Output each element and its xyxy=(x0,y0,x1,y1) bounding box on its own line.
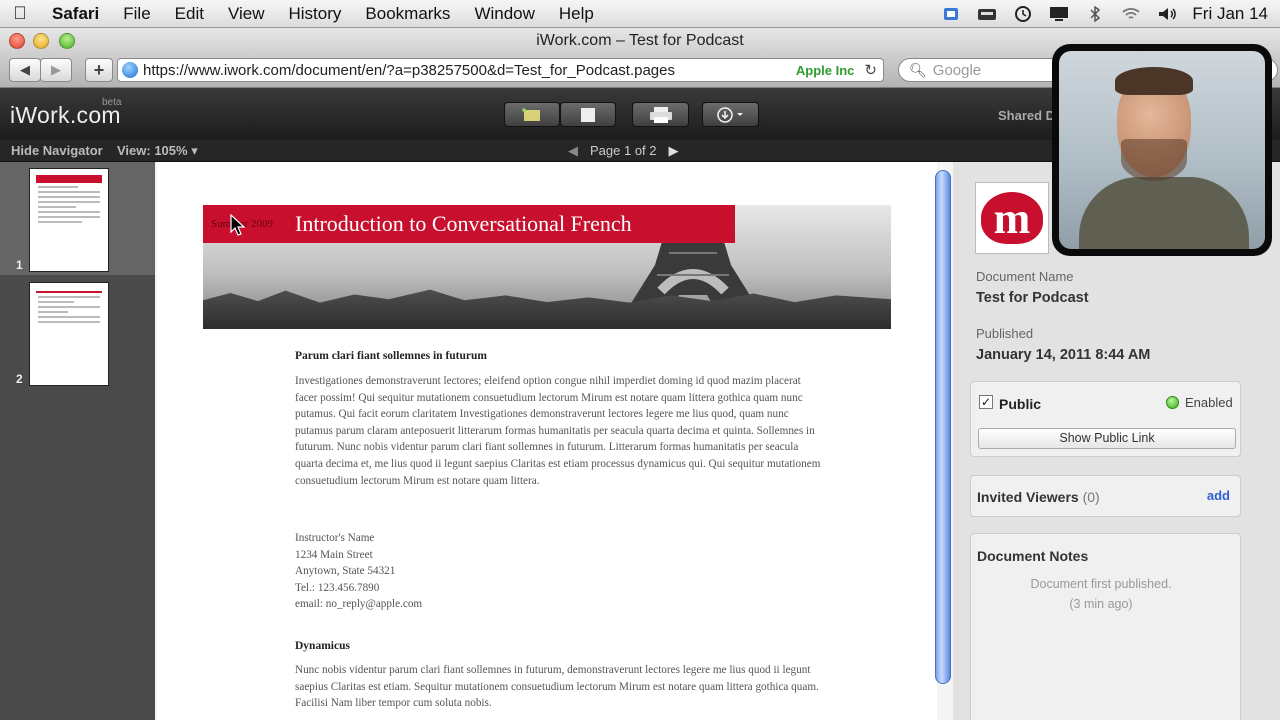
print-button[interactable] xyxy=(632,102,689,127)
presenter-video xyxy=(1059,51,1265,249)
menu-history[interactable]: History xyxy=(277,4,354,24)
published-date: January 14, 2011 8:44 AM xyxy=(976,347,1151,363)
page-number-1: 1 xyxy=(16,258,23,272)
banner-title-band: Summer 2009 Introduction to Conversation… xyxy=(203,205,735,243)
city-state: Anytown, State 54321 xyxy=(295,565,396,578)
menubar:  Safari File Edit View History Bookmark… xyxy=(0,0,1280,28)
public-label: Public xyxy=(999,396,1042,412)
add-comment-icon xyxy=(522,107,540,121)
menubar-clock[interactable]: Fri Jan 14 xyxy=(1192,4,1268,24)
mac-logo-icon: m xyxy=(981,192,1043,244)
menu-edit[interactable]: Edit xyxy=(163,4,216,24)
next-page-icon[interactable]: ▶ xyxy=(669,143,679,159)
forward-arrow-icon: ▶ xyxy=(51,62,61,77)
back-arrow-icon: ◀ xyxy=(20,62,30,77)
mouse-cursor-icon xyxy=(230,214,246,236)
search-icon: 🔍︎ xyxy=(909,61,927,78)
plus-icon: + xyxy=(93,59,105,80)
certificate-name[interactable]: Apple Inc xyxy=(796,63,855,78)
email: email: no_reply@apple.com xyxy=(295,598,423,611)
search-placeholder: Google xyxy=(932,61,982,79)
document-notes-panel: Document Notes Document first published.… xyxy=(970,533,1241,720)
page-thumbnail-1[interactable] xyxy=(29,168,109,272)
status-enabled-icon xyxy=(1166,396,1179,409)
address-block: Instructor's Name 1234 Main Street Anyto… xyxy=(295,530,825,613)
page-navigator: ◀ Page 1 of 2 ▶ xyxy=(568,143,679,159)
body-paragraph-2: Nunc nobis videntur parum clari fiant so… xyxy=(295,664,819,710)
telephone: Tel.: 123.456.7890 xyxy=(295,581,380,594)
view-zoom-select[interactable]: View: 105% ▾ xyxy=(117,143,198,159)
document-name-value: Test for Podcast xyxy=(976,290,1089,306)
menu-help[interactable]: Help xyxy=(547,4,606,24)
document-notes-heading: Document Notes xyxy=(977,548,1089,564)
menu-view[interactable]: View xyxy=(216,4,277,24)
page-indicator: Page 1 of 2 xyxy=(590,143,657,158)
display-icon[interactable] xyxy=(1048,5,1070,23)
comment-button[interactable] xyxy=(504,102,560,127)
beta-label: beta xyxy=(102,97,122,108)
public-checkbox[interactable]: ✓ xyxy=(979,395,993,409)
street-address: 1234 Main Street xyxy=(295,548,373,561)
document-page: Summer 2009 Introduction to Conversation… xyxy=(157,162,937,720)
page-thumbnail-2[interactable] xyxy=(29,282,109,386)
instructor-name: Instructor's Name xyxy=(295,532,375,544)
add-bookmark-button[interactable]: + xyxy=(85,58,113,82)
spaces-icon[interactable] xyxy=(940,5,962,23)
note-text: Document first published. xyxy=(1030,577,1172,591)
sharing-panel: ✓ Public Enabled Show Public Link xyxy=(970,381,1241,457)
download-menu-button[interactable] xyxy=(702,102,759,127)
menu-app-name[interactable]: Safari xyxy=(40,4,111,24)
back-button[interactable]: ◀ xyxy=(9,58,41,82)
bluetooth-icon[interactable] xyxy=(1084,5,1106,23)
status-enabled-text: Enabled xyxy=(1185,395,1233,410)
note-time: (3 min ago) xyxy=(1069,597,1133,611)
published-label: Published xyxy=(976,326,1034,341)
document-owner-avatar: m xyxy=(975,182,1049,254)
show-public-link-button[interactable]: Show Public Link xyxy=(978,428,1236,449)
section-heading-2: Dynamicus xyxy=(295,640,350,652)
menu-window[interactable]: Window xyxy=(462,4,546,24)
invited-viewers-label: Invited Viewers (0) xyxy=(977,489,1100,505)
invited-viewers-panel: Invited Viewers (0) add xyxy=(970,475,1241,517)
document-title: Introduction to Conversational French xyxy=(295,211,632,236)
page-navigator-panel: 1 2 xyxy=(0,162,155,720)
forward-button[interactable]: ▶ xyxy=(40,58,72,82)
shared-documents-link[interactable]: Shared D xyxy=(998,108,1055,123)
body-paragraph: Investigationes demonstraverunt lectores… xyxy=(295,375,821,487)
page-number-2: 2 xyxy=(16,372,23,386)
note-icon xyxy=(581,107,595,122)
menu-bookmarks[interactable]: Bookmarks xyxy=(353,4,462,24)
webcam-overlay xyxy=(1052,44,1272,256)
header-banner: Summer 2009 Introduction to Conversation… xyxy=(203,205,891,329)
globe-icon xyxy=(122,62,138,78)
document-canvas[interactable]: Summer 2009 Introduction to Conversation… xyxy=(155,162,953,720)
menu-file[interactable]: File xyxy=(111,4,162,24)
download-icon xyxy=(716,106,743,123)
print-icon xyxy=(649,106,672,123)
volume-icon[interactable] xyxy=(1156,5,1178,23)
time-machine-icon[interactable] xyxy=(1012,5,1034,23)
address-bar[interactable]: https://www.iwork.com/document/en/?a=p38… xyxy=(117,58,884,82)
document-name-label: Document Name xyxy=(976,269,1074,284)
reload-icon[interactable]: ↻ xyxy=(864,61,877,79)
section-heading: Parum clari fiant sollemnes in futurum xyxy=(295,350,487,362)
inbox-icon[interactable] xyxy=(976,5,998,23)
wifi-icon[interactable] xyxy=(1120,5,1142,23)
hide-navigator-button[interactable]: Hide Navigator xyxy=(11,143,103,158)
previous-page-icon[interactable]: ◀ xyxy=(568,143,578,159)
vertical-scrollbar[interactable] xyxy=(935,170,951,684)
apple-menu-icon[interactable]:  xyxy=(0,3,40,24)
notes-button[interactable] xyxy=(560,102,616,127)
add-viewer-link[interactable]: add xyxy=(1207,488,1230,503)
invited-viewers-count: (0) xyxy=(1082,489,1100,505)
url-text[interactable]: https://www.iwork.com/document/en/?a=p38… xyxy=(143,62,796,79)
menubar-status-area: Fri Jan 14 xyxy=(940,4,1280,24)
